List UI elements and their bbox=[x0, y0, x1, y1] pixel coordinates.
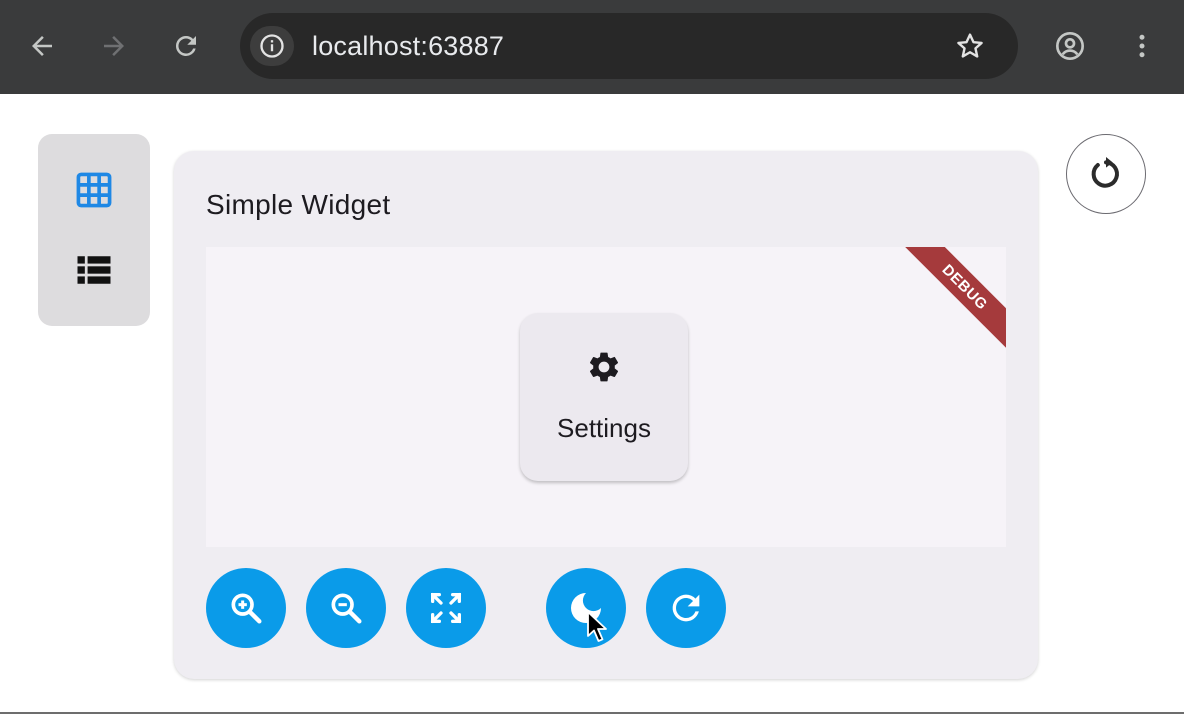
navigation-rail bbox=[38, 134, 150, 326]
address-bar[interactable]: localhost:63887 bbox=[240, 13, 1018, 79]
list-view-icon bbox=[77, 256, 111, 284]
gear-icon bbox=[589, 352, 619, 382]
arrow-right-icon bbox=[104, 36, 124, 56]
back-button[interactable] bbox=[22, 26, 62, 66]
reset-button[interactable] bbox=[1066, 134, 1146, 214]
browser-menu-button[interactable] bbox=[1122, 26, 1162, 66]
widget-card: Simple Widget DEBUG Settings bbox=[174, 151, 1038, 679]
fullscreen-button[interactable] bbox=[406, 568, 486, 648]
card-title: Simple Widget bbox=[206, 189, 391, 220]
reload-icon bbox=[175, 35, 196, 56]
more-vert-icon bbox=[1139, 34, 1145, 58]
url-text: localhost:63887 bbox=[312, 31, 505, 61]
settings-label: Settings bbox=[557, 413, 651, 443]
arrow-left-icon bbox=[32, 36, 52, 56]
grid-view-icon bbox=[76, 172, 112, 208]
reload-button[interactable] bbox=[166, 26, 206, 66]
star-icon bbox=[957, 33, 983, 58]
settings-button[interactable]: Settings bbox=[520, 313, 688, 481]
fullscreen-icon bbox=[431, 593, 461, 623]
browser-toolbar: localhost:63887 bbox=[0, 0, 1184, 94]
refresh-icon bbox=[672, 594, 700, 622]
list-view-button[interactable] bbox=[66, 242, 122, 298]
bookmark-button[interactable] bbox=[952, 28, 988, 64]
rotate-icon bbox=[1091, 157, 1119, 188]
site-info-button[interactable] bbox=[250, 26, 294, 66]
profile-button[interactable] bbox=[1050, 26, 1090, 66]
zoom-out-button[interactable] bbox=[306, 568, 386, 648]
refresh-button[interactable] bbox=[646, 568, 726, 648]
mouse-cursor-icon bbox=[587, 611, 607, 642]
grid-view-button[interactable] bbox=[66, 162, 122, 218]
forward-button[interactable] bbox=[94, 26, 134, 66]
info-icon bbox=[260, 34, 284, 58]
zoom-out-icon bbox=[331, 593, 362, 624]
debug-banner: DEBUG bbox=[902, 247, 1006, 350]
zoom-in-button[interactable] bbox=[206, 568, 286, 648]
zoom-in-icon bbox=[231, 593, 262, 624]
widget-preview: DEBUG Settings bbox=[206, 247, 1006, 547]
account-circle-icon bbox=[1056, 32, 1084, 60]
